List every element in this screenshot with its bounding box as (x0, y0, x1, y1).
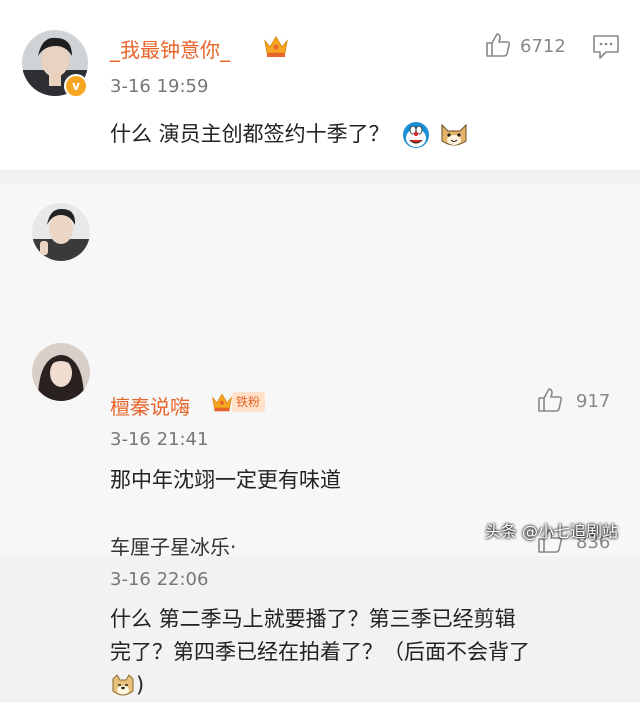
watermark: 头条 @小七追剧站 (484, 522, 618, 541)
like-count: 917 (576, 391, 611, 412)
comment-text-line: 什么 第二季马上就要播了？第三季已经剪辑 (110, 607, 516, 631)
username[interactable]: 檀秦说嗨 (110, 391, 190, 420)
replies-section: 檀秦说嗨 铁粉 3-16 21:41 那中年沈翊一定更有味道 917 车厘子星冰… (0, 183, 640, 697)
comment-content: 什么 演员主创都签约十季了？ (110, 118, 469, 151)
doge-emoji-icon (112, 674, 134, 696)
avatar[interactable] (32, 343, 90, 401)
like-icon[interactable] (484, 31, 512, 59)
comment-time: 3-16 22:06 (110, 569, 209, 590)
comment-text-tail: ) (136, 673, 145, 697)
like-count: 6712 (520, 36, 566, 57)
verified-badge-icon: v (64, 74, 88, 98)
doraemon-emoji-icon (403, 122, 430, 148)
comment-text-line-last: ) (110, 669, 630, 702)
comment-text-line: 完了？第四季已经在拍着了？（后面不会背了 (110, 640, 530, 664)
fans-badge: 铁粉 (232, 392, 266, 412)
main-comment: v _我最钟意你_ 3-16 19:59 什么 演员主创都签约十季了？ 6712 (0, 0, 640, 170)
like-icon[interactable] (536, 386, 564, 414)
comment-text: 什么 演员主创都签约十季了？ (110, 122, 390, 146)
comment-time: 3-16 19:59 (110, 76, 209, 97)
username[interactable]: _我最钟意你_ (110, 34, 230, 63)
comment-time: 3-16 21:41 (110, 429, 209, 450)
crown-icon (212, 393, 232, 412)
cat-emoji-icon (441, 123, 467, 146)
avatar[interactable] (32, 203, 90, 261)
comment-reply-icon[interactable] (592, 34, 620, 60)
comment-content: 那中年沈翊一定更有味道 (110, 468, 341, 492)
crown-icon (264, 36, 288, 57)
comment-content: 什么 第二季马上就要播了？第三季已经剪辑 完了？第四季已经在拍着了？（后面不会背… (110, 603, 630, 702)
